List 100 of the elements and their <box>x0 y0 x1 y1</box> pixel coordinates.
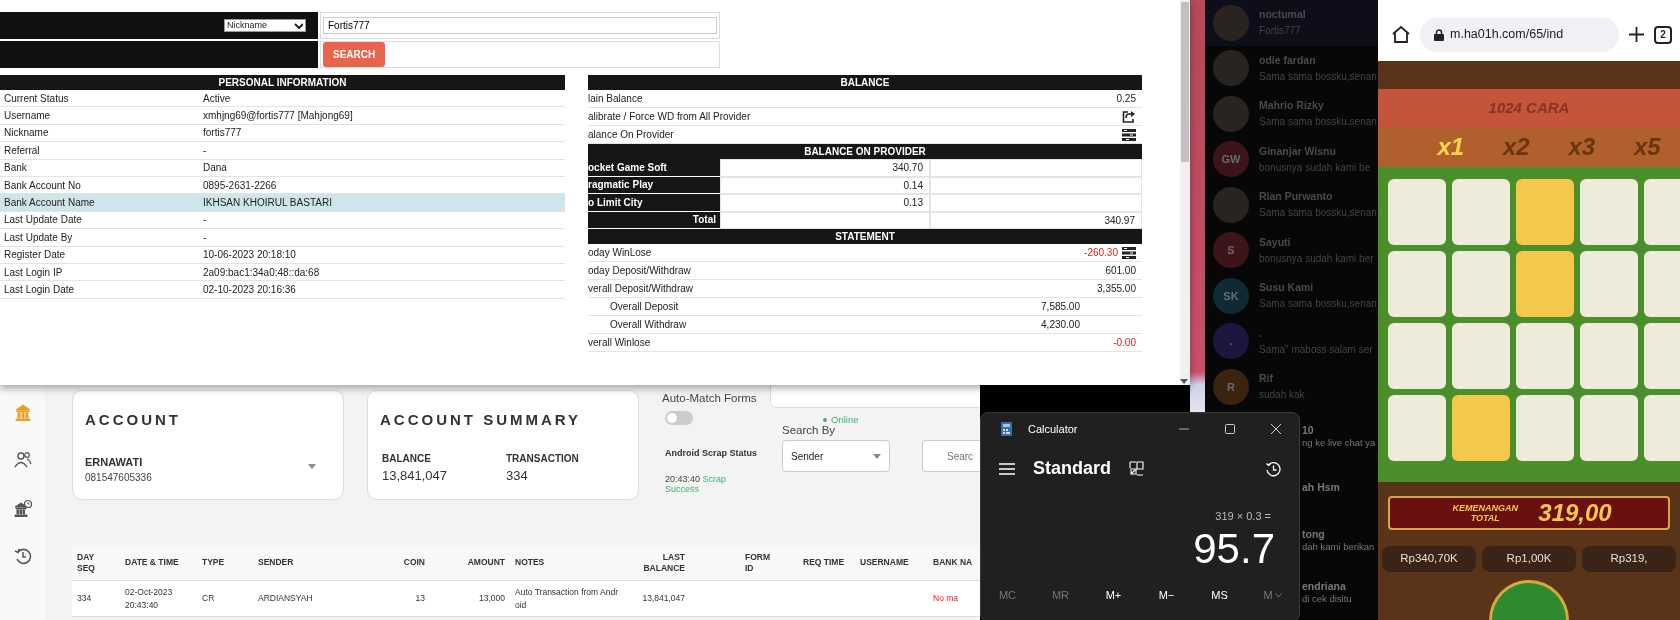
info-row[interactable]: Bank Dana <box>0 159 565 177</box>
search-by-label: Search By <box>782 423 836 438</box>
url-text: m.ha01h.com/65/ind <box>1450 26 1564 44</box>
search-by-select[interactable]: Sender <box>782 440 890 472</box>
message-preview: dah kami berikan <box>1302 542 1376 553</box>
chat-item[interactable]: 10 ng ke live chat ya <box>1302 409 1380 462</box>
contact-name: tong <box>1302 526 1326 542</box>
row-value: - <box>203 213 207 228</box>
select-value: Nickname <box>227 18 267 32</box>
provider-amount: 0.14 <box>720 176 930 194</box>
column-header[interactable]: COIN <box>380 556 430 569</box>
avatar-photo-placeholder <box>1213 95 1249 132</box>
list-icon[interactable] <box>1122 246 1136 259</box>
balance-pill: Rp340,70K <box>1382 546 1476 572</box>
share-icon[interactable] <box>1122 110 1136 123</box>
avatar-initials: SK <box>1213 277 1249 314</box>
section-header: BALANCE <box>588 75 1142 90</box>
chat-item[interactable]: ah Hsm <box>1302 461 1380 514</box>
row-label: Last Update Date <box>4 213 83 228</box>
info-row[interactable]: Last Update By - <box>0 229 565 247</box>
row-label: verall Winlose <box>588 336 651 350</box>
column-header[interactable]: AMOUNT <box>430 556 510 569</box>
column-header[interactable]: LAST BALANCE <box>630 551 740 574</box>
info-row[interactable]: Register Date 10-06-2023 20:18:10 <box>0 246 565 264</box>
maximize-icon[interactable] <box>1225 424 1235 434</box>
info-row[interactable]: Last Login IP 2a09:bac1:34a0:48::da:68 <box>0 263 565 282</box>
row-label: alance On Provider <box>588 128 674 142</box>
column-header[interactable]: DAY SEQ <box>72 551 120 574</box>
row-value: - <box>203 230 207 245</box>
info-row[interactable]: Last Login Date 02-10-2023 20:16:36 <box>0 281 565 299</box>
info-row[interactable]: Last Update Date - <box>0 211 565 230</box>
list-icon[interactable] <box>1122 128 1136 141</box>
chat-item[interactable]: tong dah kami berikan <box>1302 513 1380 566</box>
table-cell-text: 13,000 <box>478 592 506 605</box>
message-preview: ng ke live chat ya <box>1302 438 1376 449</box>
column-header[interactable]: REQ TIME <box>798 556 855 569</box>
chat-item[interactable]: endriana di cek disitu <box>1302 565 1380 618</box>
balance-label: BALANCE <box>382 452 431 466</box>
avatar-initials: GW <box>1213 141 1249 178</box>
info-row[interactable]: Username xmhjng69@fortis777 [Mahjong69] <box>0 107 565 125</box>
account-number: 081547605336 <box>85 471 152 485</box>
contact-name: endriana <box>1302 578 1347 594</box>
card-title: ACCOUNT SUMMARY <box>380 410 582 430</box>
row-value: IKHSAN KHOIRUL BASTARI <box>203 196 332 211</box>
scroll-down-icon[interactable] <box>1180 379 1188 385</box>
row-label: Current Status <box>4 91 70 106</box>
column-header[interactable]: NOTES <box>510 556 630 569</box>
row-label: Referral <box>4 143 41 158</box>
row-label: Nickname <box>4 126 50 141</box>
column-header[interactable]: SENDER <box>253 556 380 569</box>
info-row[interactable]: Referral - <box>0 142 565 160</box>
address-bar[interactable]: m.ha01h.com/65/ind <box>1420 17 1619 52</box>
avatar-photo-placeholder <box>1213 186 1249 223</box>
history-icon[interactable] <box>13 547 32 565</box>
scrollbar[interactable] <box>1180 0 1190 385</box>
users-icon[interactable] <box>13 451 32 469</box>
home-icon[interactable] <box>1392 26 1410 43</box>
table-cell-text: ARDIANSYAH <box>257 592 314 605</box>
table-cell-text: 13 <box>414 592 426 605</box>
keep-on-top-icon[interactable] <box>1129 461 1144 476</box>
caret-icon[interactable] <box>308 464 316 469</box>
info-row[interactable]: Bank Account Name IKHSAN KHOIRUL BASTARI <box>0 194 565 212</box>
memory-button[interactable]: M+ <box>1089 584 1138 607</box>
lock-icon <box>1434 28 1444 41</box>
filter-input[interactable]: Searc <box>922 440 980 472</box>
info-row[interactable]: Current Status Active <box>0 90 565 108</box>
column-header[interactable]: TYPE <box>197 556 253 569</box>
table-cell-text: 334 <box>76 592 93 605</box>
memory-button[interactable]: M− <box>1142 584 1191 607</box>
account-name: ERNAWATI <box>85 455 143 470</box>
tab-count-button[interactable]: 2 <box>1654 25 1672 44</box>
plus-icon[interactable] <box>1629 27 1644 42</box>
row-value: - <box>203 143 207 158</box>
search-input[interactable]: Fortis777 <box>323 17 717 34</box>
provider-name: ocket Game Soft <box>588 159 720 177</box>
column-header[interactable]: USERNAME <box>855 556 928 569</box>
column-header[interactable]: FORM ID <box>740 551 798 574</box>
multiplier-label: x2 <box>1502 132 1530 162</box>
row-label: Last Login IP <box>4 265 64 280</box>
search-type-select[interactable]: Nickname <box>224 19 306 32</box>
close-icon[interactable] <box>1271 424 1281 434</box>
row-value: xmhjng69@fortis777 [Mahjong69] <box>203 109 353 124</box>
contact-name: Rif <box>1259 371 1274 387</box>
column-header[interactable]: DATE & TIME <box>120 556 197 569</box>
contact-name: noctumal <box>1259 7 1306 23</box>
contact-name: odie fardan <box>1259 52 1317 68</box>
column-header[interactable]: BANK NA <box>928 556 978 569</box>
section-header: PERSONAL INFORMATION <box>0 75 565 90</box>
row-label: Register Date <box>4 248 67 263</box>
row-value: 2a09:bac1:34a0:48::da:68 <box>203 265 320 280</box>
row-label: Username <box>4 109 52 124</box>
contact-name: . <box>1259 325 1263 341</box>
row-label: Overall Deposit <box>609 300 679 314</box>
info-row[interactable]: Nickname fortis777 <box>0 124 565 143</box>
bank-clock-icon[interactable] <box>13 499 32 517</box>
memory-button[interactable]: MS <box>1195 584 1244 607</box>
auto-match-toggle[interactable] <box>665 411 693 425</box>
win-label: KEMENANGAN TOTAL <box>1451 503 1520 523</box>
history-icon[interactable] <box>1265 460 1281 477</box>
menu-icon[interactable] <box>999 462 1015 475</box>
